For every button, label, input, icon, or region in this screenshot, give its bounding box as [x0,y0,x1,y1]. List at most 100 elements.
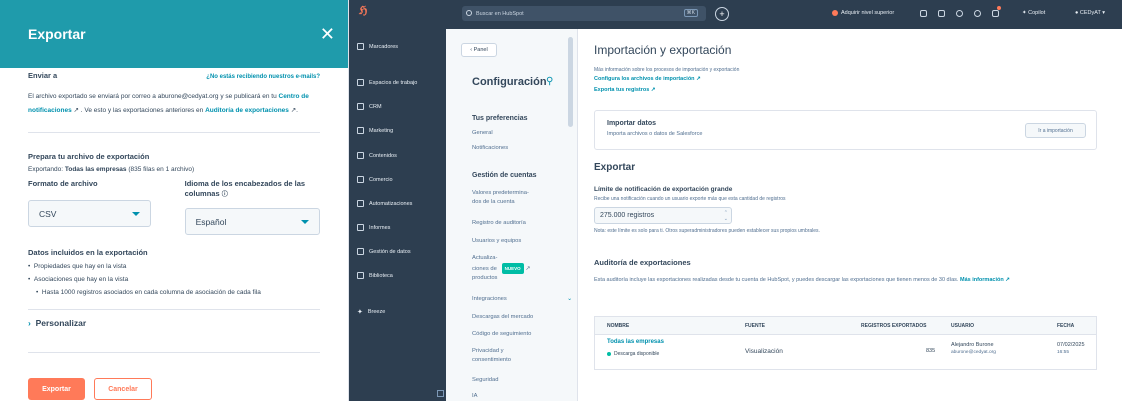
format-value: CSV [39,208,57,219]
export-source: Visualización [745,348,783,355]
nav-item-bookmarks[interactable]: Marcadores [357,43,398,50]
gear-icon[interactable] [974,10,981,17]
audit-more-info-link[interactable]: Más información ↗ [960,277,1010,283]
export-count: 835 [926,348,936,354]
export-records-link[interactable]: Exporta tus registros ↗ [594,87,655,93]
export-dialog-body: Enviar a ¿No estás recibiendo nuestros e… [0,71,348,400]
chevron-down-icon [301,219,309,224]
import-card-description: Importa archivos o datos de Salesforce [607,131,703,137]
main-nav: ℌ Marcadores Espacios de trabajo CRM Mar… [349,0,446,401]
sidebar-item-product-updates[interactable]: Actualiza- ciones de NUEVO ↗ productos [472,254,530,283]
library-icon [357,272,364,279]
panel-back-button[interactable]: ‹ Panel [461,43,497,57]
configure-import-files-link[interactable]: Configura los archivos de importación ↗ [594,76,701,82]
search-input[interactable]: Buscar en HubSpot ⌘K [462,6,706,21]
nav-label: Breeze [367,309,386,315]
export-user-email: aburone@cedyat.org [951,350,996,355]
sidebar-item-privacy[interactable]: Privacidad y consentimiento [472,347,511,365]
nav-item-crm[interactable]: CRM [357,103,382,110]
go-to-import-button[interactable]: Ir a importación [1025,123,1086,138]
sidebar-scrollbar[interactable] [568,37,573,127]
export-user-name: Alejandro Burone [951,342,994,348]
settings-title: Configuración [472,76,547,88]
nav-item-commerce[interactable]: Comercio [357,176,393,183]
sidebar-item-integrations[interactable]: Integraciones ⌄ [472,295,572,304]
nav-label: Comercio [369,176,393,183]
nav-item-automations[interactable]: Automatizaciones [357,200,412,207]
phone-icon[interactable] [920,10,927,17]
account-menu[interactable]: ● CEDyAT ▾ [1075,10,1105,16]
export-heading: Exportar [594,162,636,173]
language-select[interactable]: Español [184,208,320,235]
marketplace-icon[interactable] [938,10,945,17]
external-link-icon: ↗ [525,266,531,273]
nav-item-reports[interactable]: Informes [357,224,390,231]
collapse-nav-icon[interactable] [437,390,444,397]
divider [28,352,320,353]
bell-icon[interactable] [992,10,999,17]
sidebar-item-defaults[interactable]: Valores predetermina- dos de la cuenta [472,189,529,207]
nav-item-library[interactable]: Biblioteca [357,272,393,279]
list-item: • Asociaciones que hay en la vista [28,276,129,283]
nav-label: Espacios de trabajo [369,79,418,86]
col-user-header[interactable]: USUARIO [951,323,974,329]
col-date-header[interactable]: FECHA [1057,323,1074,329]
nav-label: Contenidos [369,152,397,159]
data-included-list: • Propiedades que hay en la vista • Asoc… [28,260,320,299]
nav-item-breeze[interactable]: ✦ Breeze [357,308,385,316]
exporting-prefix: Exportando: [28,166,64,173]
search-icon[interactable]: ⚲ [546,76,553,87]
keyboard-shortcut-badge: ⌘K [683,9,698,17]
col-source-header[interactable]: FUENTE [745,323,765,329]
nav-label: Gestión de datos [369,248,411,255]
grid-icon [357,79,364,86]
screenshot-root: Exportar ✕ Enviar a ¿No estás recibiendo… [0,0,1122,401]
export-audit-link[interactable]: Auditoría de exportaciones [205,107,289,114]
sidebar-item-users-teams[interactable]: Usuarios y equipos [472,237,521,246]
cancel-button[interactable]: Cancelar [94,378,152,400]
export-name-link[interactable]: Todas las empresas [607,339,664,345]
sidebar-item-ai[interactable]: IA [472,392,477,401]
sidebar-item-notifications[interactable]: Notificaciones [472,144,508,153]
language-field: Idioma de los encabezados de las columna… [184,179,320,235]
send-to-row: Enviar a ¿No estás recibiendo nuestros e… [28,71,320,80]
data-included-label: Datos incluidos en la exportación [28,248,148,257]
nav-item-data-management[interactable]: Gestión de datos [357,248,411,255]
export-limit-input[interactable]: 275.000 registros ⌃ ⌄ [594,207,732,224]
chevron-down-icon: ⌄ [567,296,572,302]
nav-item-marketing[interactable]: Marketing [357,127,393,134]
copilot-button[interactable]: ✦ Copilot [1022,10,1045,16]
hubspot-logo-icon[interactable]: ℌ [359,4,367,17]
col-name-header[interactable]: NOMBRE [607,323,629,329]
sidebar-item-tracking-code[interactable]: Código de seguimiento [472,330,531,339]
page-title: Importación y exportación [594,43,732,57]
format-select[interactable]: CSV [28,200,151,227]
close-icon[interactable]: ✕ [320,25,335,43]
divider [28,309,320,310]
export-limit-value: 275.000 registros [600,212,655,219]
create-plus-button[interactable]: + [715,7,729,21]
exporting-summary: Exportando: Todas las empresas (835 fila… [28,166,320,173]
export-button[interactable]: Exportar [28,378,85,400]
customize-toggle[interactable]: › Personalizar [28,318,320,328]
send-to-label: Enviar a [28,71,58,80]
info-text-2: . Ve esto y las exportaciones anteriores… [80,107,204,114]
not-receiving-link[interactable]: ¿No estás recibiendo nuestros e-mails? [206,74,320,80]
sidebar-item-general[interactable]: General [472,129,493,138]
limit-description: Recibe una notificación cuando un usuari… [594,196,786,202]
sidebar-item-audit-log[interactable]: Registro de auditoría [472,219,526,228]
upgrade-link[interactable]: Adquirir nivel superior [841,10,894,16]
bullet-text: Asociaciones que hay en la vista [33,276,129,283]
sidebar-item-marketplace[interactable]: Descargas del mercado [472,313,533,322]
export-time: 16:55 [1057,350,1070,355]
sidebar-item-security[interactable]: Seguridad [472,376,498,385]
section-heading-preferences: Tus preferencias [472,115,528,122]
nav-item-content[interactable]: Contenidos [357,152,397,159]
help-icon[interactable] [956,10,963,17]
col-records-header[interactable]: REGISTROS EXPORTADOS [861,323,926,329]
audit-description: Esta auditoría incluye las exportaciones… [594,277,1119,283]
reports-icon [357,224,364,231]
stepper-icon[interactable]: ⌃ ⌄ [724,210,728,222]
search-placeholder: Buscar en HubSpot [476,10,524,17]
nav-item-workspaces[interactable]: Espacios de trabajo [357,79,417,86]
